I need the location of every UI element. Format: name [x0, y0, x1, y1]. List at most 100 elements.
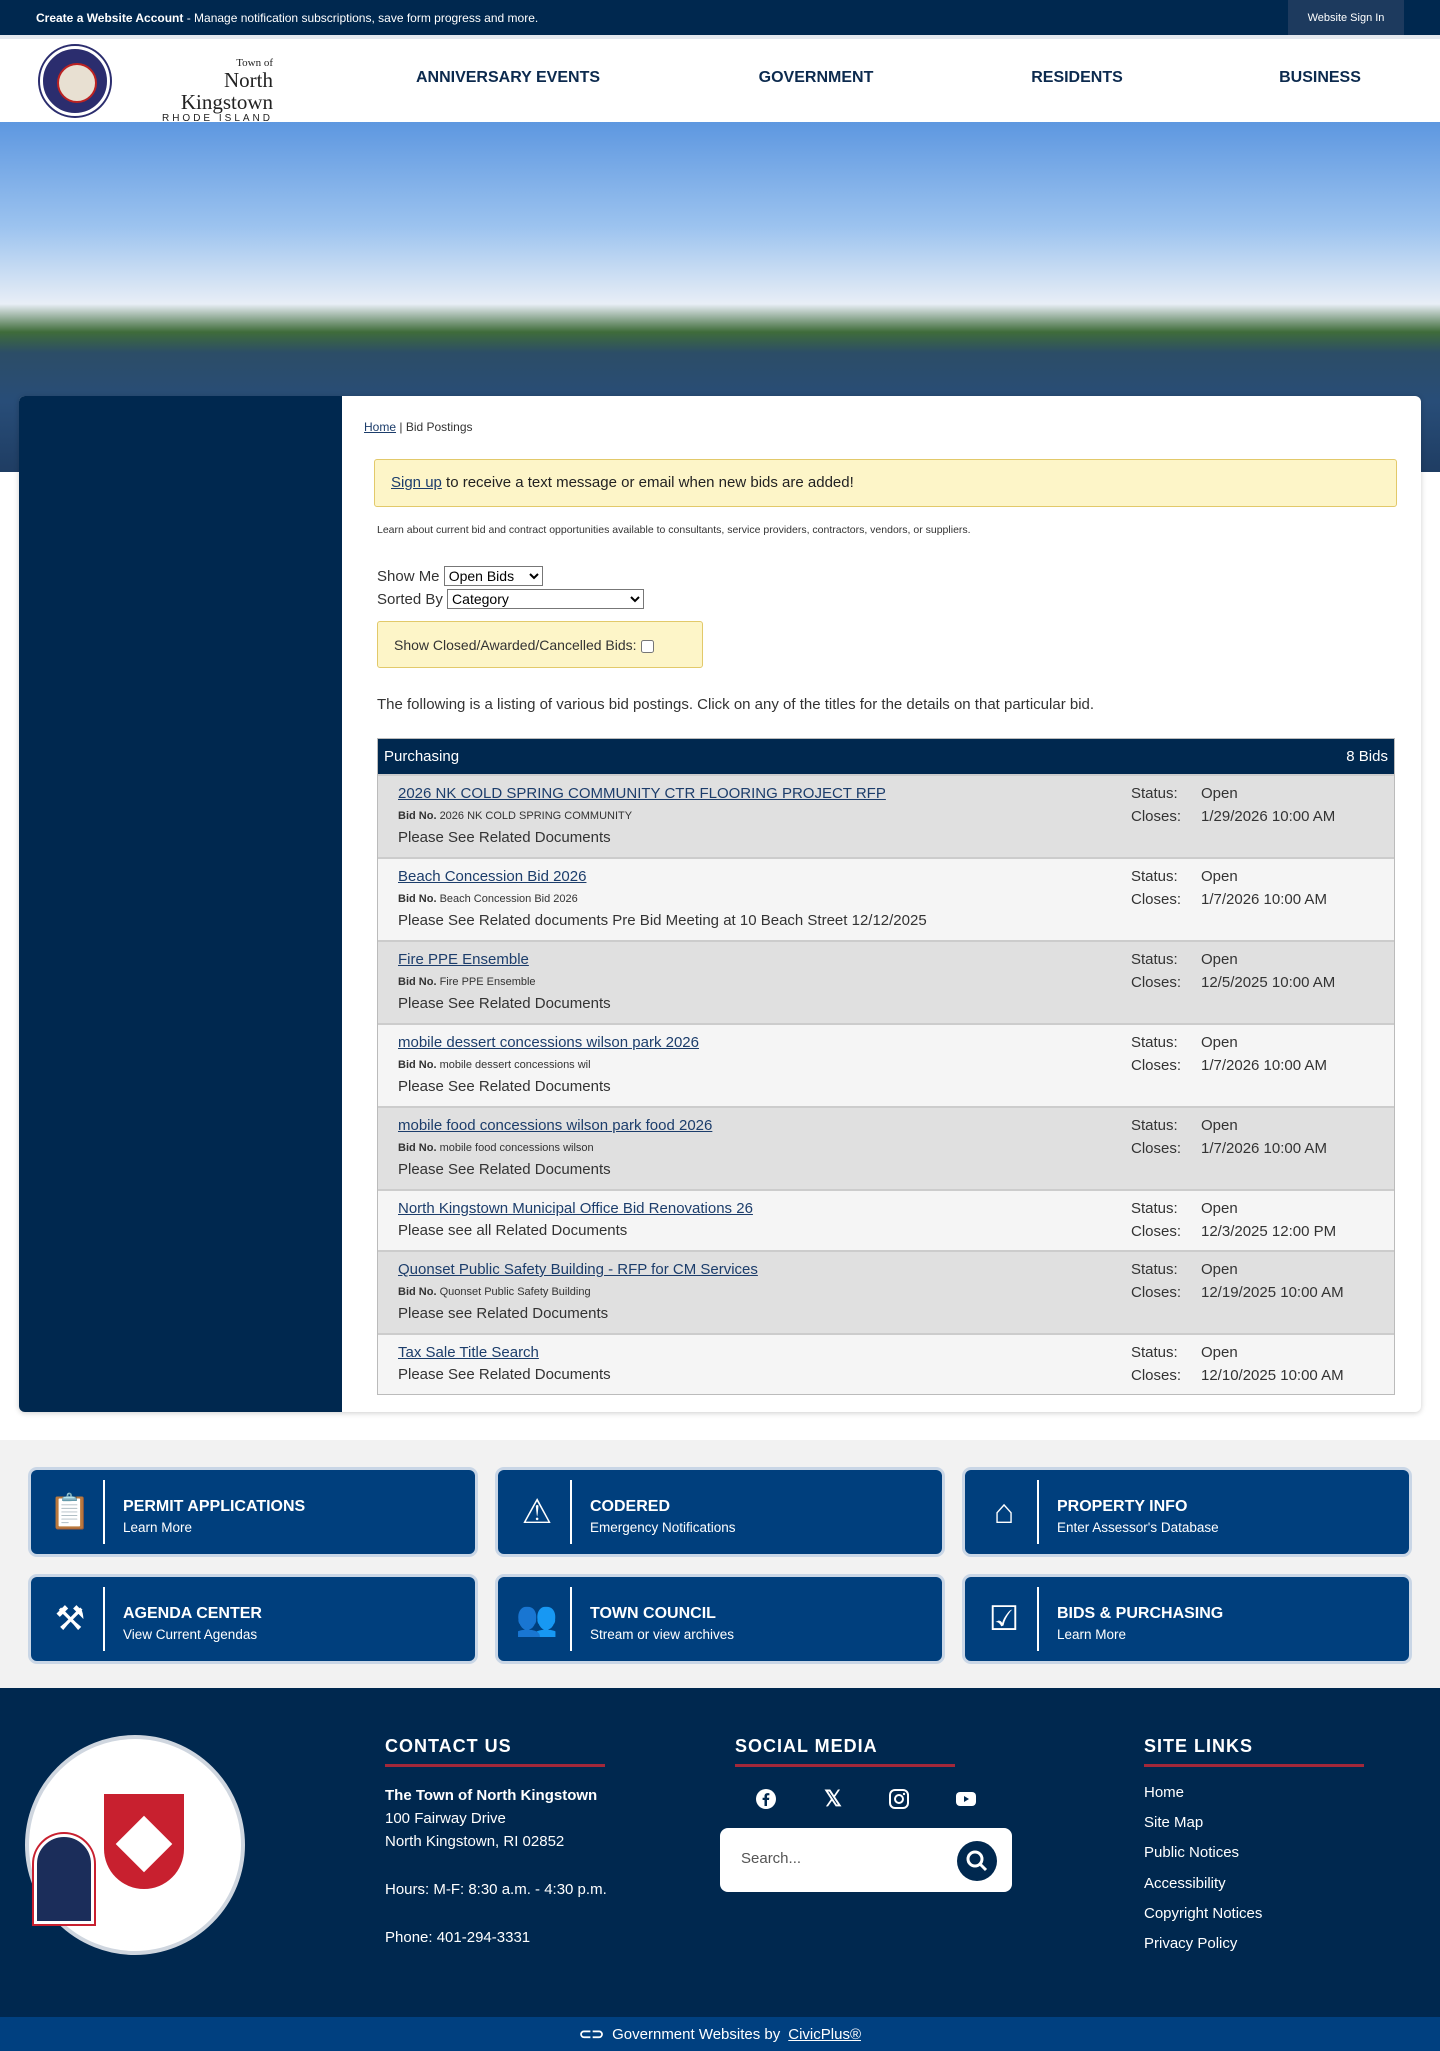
status-label: Status:: [1131, 951, 1178, 968]
closes-label: Closes:: [1131, 807, 1182, 825]
left-sidebar: [19, 396, 342, 1412]
gavel-icon: ⚒: [54, 1600, 86, 1638]
bid-meta: Status: Open Closes: 12/3/2025 12:00 PM: [1131, 1198, 1336, 1243]
closes-value: 1/7/2026 10:00 AM: [1201, 890, 1327, 908]
sign-in-button[interactable]: Website Sign In: [1288, 0, 1404, 35]
closes-label: Closes:: [1131, 1283, 1182, 1301]
tile-subtitle: Learn More: [1057, 1627, 1127, 1642]
tile-bids-purchasing[interactable]: ☑ BIDS & PURCHASING Learn More: [965, 1577, 1409, 1661]
civicplus-link[interactable]: CivicPlus®: [788, 2026, 861, 2043]
closes-value: 12/3/2025 12:00 PM: [1201, 1222, 1337, 1240]
status-label: Status:: [1131, 785, 1178, 802]
sorted-by-select[interactable]: Category: [447, 589, 645, 609]
bid-meta: Status: Open Closes: 12/19/2025 10:00 AM: [1131, 1259, 1344, 1304]
status-value: Open: [1201, 785, 1238, 802]
bid-description: Please See Related Documents: [398, 995, 611, 1012]
closes-label: Closes:: [1131, 1139, 1182, 1157]
tile-codered[interactable]: ⚠ CODERED Emergency Notifications: [498, 1470, 942, 1554]
footer-link-copyright[interactable]: Copyright Notices: [1144, 1905, 1262, 1922]
breadcrumb-separator: |: [399, 420, 403, 434]
sign-up-link[interactable]: Sign up: [391, 474, 442, 491]
breadcrumb-home[interactable]: Home: [364, 420, 396, 434]
sorted-by-label: Sorted By: [377, 591, 443, 608]
sorted-by-row: Sorted By Category: [377, 589, 645, 609]
listing-text: The following is a listing of various bi…: [377, 696, 1095, 713]
search-button[interactable]: [957, 1841, 997, 1881]
create-account-label[interactable]: Create a Website Account: [36, 11, 183, 25]
create-account-link[interactable]: Create a Website Account - Manage notifi…: [36, 11, 538, 25]
status-label: Status:: [1131, 1117, 1178, 1134]
bid-row: North Kingstown Municipal Office Bid Ren…: [378, 1189, 1394, 1250]
footer-link-site-map[interactable]: Site Map: [1144, 1814, 1203, 1831]
footer-search-input[interactable]: Search...: [720, 1828, 1012, 1892]
nav-anniversary-events[interactable]: ANNIVERSARY EVENTS: [416, 69, 600, 87]
tile-divider: [103, 1587, 105, 1651]
footer-link-public-notices[interactable]: Public Notices: [1144, 1844, 1239, 1861]
contact-underline: [385, 1764, 605, 1767]
tile-property-info[interactable]: ⌂ PROPERTY INFO Enter Assessor's Database: [965, 1470, 1409, 1554]
bid-number-label: Bid No.: [398, 810, 437, 822]
status-label: Status:: [1131, 1034, 1178, 1051]
footer: CONTACT US The Town of North Kingstown 1…: [0, 1688, 1440, 2017]
tile-divider: [1037, 1587, 1039, 1651]
town-seal-logo[interactable]: [40, 46, 110, 116]
bid-number-value: Beach Concession Bid 2026: [439, 893, 578, 905]
show-closed-checkbox[interactable]: [640, 639, 654, 653]
bid-number-value: 2026 NK COLD SPRING COMMUNITY: [439, 810, 633, 822]
tile-town-council[interactable]: 👥 TOWN COUNCIL Stream or view archives: [498, 1577, 942, 1661]
alert-text: to receive a text message or email when …: [441, 474, 854, 491]
status-value: Open: [1201, 1117, 1238, 1134]
tile-subtitle: View Current Agendas: [123, 1627, 258, 1642]
contact-info: The Town of North Kingstown 100 Fairway …: [385, 1784, 607, 1949]
warning-icon: ⚠: [521, 1493, 553, 1531]
closes-value: 12/19/2025 10:00 AM: [1201, 1283, 1344, 1301]
bid-meta: Status: Open Closes: 1/7/2026 10:00 AM: [1131, 866, 1327, 911]
nav-residents[interactable]: RESIDENTS: [1031, 69, 1123, 87]
closes-label: Closes:: [1131, 890, 1182, 908]
youtube-icon[interactable]: [951, 1784, 981, 1814]
tile-agenda-center[interactable]: ⚒ AGENDA CENTER View Current Agendas: [31, 1577, 475, 1661]
footer-link-accessibility[interactable]: Accessibility: [1144, 1875, 1226, 1892]
civicplus-icon: ⊂⊃: [578, 2026, 605, 2043]
bid-description: Please See Related Documents: [398, 1078, 611, 1095]
closes-value: 1/7/2026 10:00 AM: [1201, 1139, 1327, 1157]
bid-row: Fire PPE Ensemble Bid No. Fire PPE Ensemb…: [378, 940, 1394, 1023]
status-value: Open: [1201, 1261, 1238, 1278]
closes-label: Closes:: [1131, 973, 1182, 991]
x-icon[interactable]: 𝕏: [818, 1784, 848, 1814]
social-heading: SOCIAL MEDIA: [735, 1736, 878, 1756]
nav-business[interactable]: BUSINESS: [1279, 69, 1361, 87]
contact-address-1: 100 Fairway Drive: [385, 1810, 506, 1827]
footer-link-privacy[interactable]: Privacy Policy: [1144, 1935, 1237, 1952]
bid-row: Beach Concession Bid 2026 Bid No. Beach C…: [378, 857, 1394, 940]
tile-divider: [103, 1480, 105, 1544]
social-underline: [735, 1764, 955, 1767]
bid-number-value: Quonset Public Safety Building: [439, 1286, 591, 1298]
tile-divider: [1037, 1480, 1039, 1544]
top-bar: Create a Website Account - Manage notifi…: [0, 0, 1440, 35]
bid-description: Please See Related Documents: [398, 829, 611, 846]
status-label: Status:: [1131, 1261, 1178, 1278]
closes-value: 12/5/2025 10:00 AM: [1201, 973, 1336, 991]
logo-text[interactable]: Town of North Kingstown RHODE ISLAND: [128, 57, 273, 124]
bid-number-value: mobile dessert concessions wil: [439, 1059, 591, 1071]
tile-divider: [570, 1480, 572, 1544]
site-links-underline: [1144, 1764, 1364, 1767]
nav-government[interactable]: GOVERNMENT: [759, 69, 874, 87]
status-value: Open: [1201, 868, 1238, 885]
bid-description: Please see Related Documents: [398, 1305, 609, 1322]
closes-value: 1/29/2026 10:00 AM: [1201, 807, 1336, 825]
footer-link-home[interactable]: Home: [1144, 1784, 1184, 1801]
clipboard-icon: ☑: [988, 1600, 1020, 1638]
bid-meta: Status: Open Closes: 1/7/2026 10:00 AM: [1131, 1115, 1327, 1160]
bid-row: Tax Sale Title Search Please See Related …: [378, 1333, 1394, 1394]
credit-text: Government Websites by: [612, 2025, 781, 2043]
instagram-icon[interactable]: [884, 1784, 914, 1814]
house-icon: ⌂: [993, 1492, 1015, 1531]
bid-number-value: Fire PPE Ensemble: [439, 976, 536, 988]
show-me-select[interactable]: Open Bids: [443, 566, 543, 586]
status-value: Open: [1201, 1344, 1238, 1361]
site-links-heading: SITE LINKS: [1144, 1736, 1254, 1756]
tile-permit-applications[interactable]: 📋 PERMIT APPLICATIONS Learn More: [31, 1470, 475, 1554]
facebook-icon[interactable]: [751, 1784, 781, 1814]
